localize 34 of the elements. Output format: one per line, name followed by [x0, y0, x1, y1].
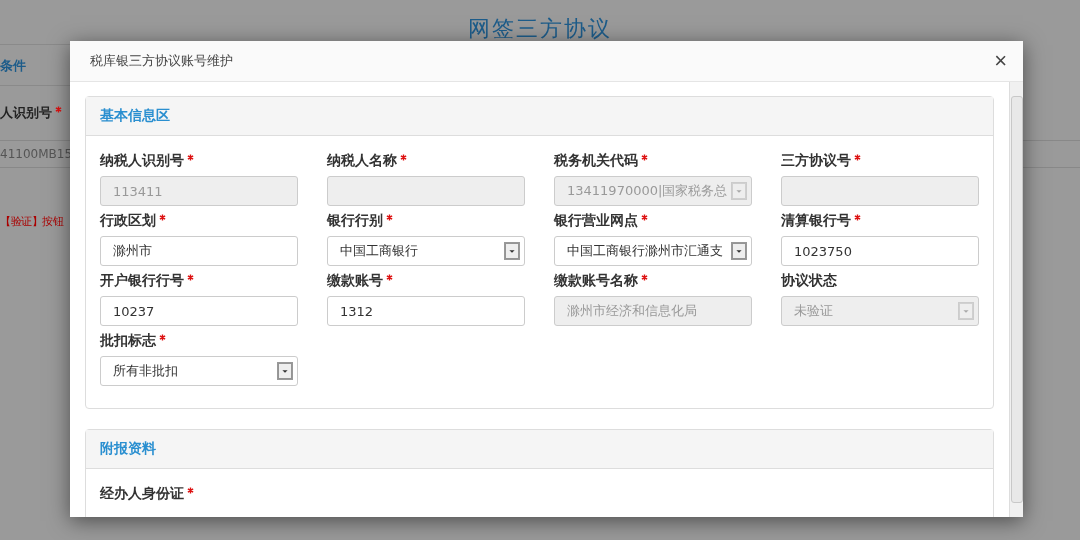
field-label: 经办人身份证: [100, 485, 184, 501]
close-button[interactable]: ×: [994, 50, 1007, 72]
field-label: 纳税人名称: [327, 152, 397, 168]
field-label: 缴款账号名称: [554, 272, 638, 288]
panel-title: 附报资料: [100, 440, 156, 458]
dropdown[interactable]: 中国工商银行: [327, 236, 525, 266]
input-field[interactable]: 滁州市: [100, 236, 298, 266]
field-label: 批扣标志: [100, 332, 156, 348]
input-field[interactable]: 1312: [327, 296, 525, 326]
caret-icon: [277, 362, 293, 380]
dropdown[interactable]: 所有非批扣: [100, 356, 298, 386]
field-label: 清算银行号: [781, 212, 851, 228]
caret-icon: [958, 302, 974, 320]
input-field[interactable]: 1023750: [781, 236, 979, 266]
hint-text: 【验证】按钮: [0, 214, 65, 229]
caret-icon: [731, 182, 747, 200]
scrollbar[interactable]: [1009, 82, 1023, 517]
field-label: 银行营业网点: [554, 212, 638, 228]
field-label: 开户银行行号: [100, 272, 184, 288]
caret-icon: [731, 242, 747, 260]
field-label: 缴款账号: [327, 272, 383, 288]
input-field[interactable]: 10237: [100, 296, 298, 326]
field-label: 银行行别: [327, 212, 383, 228]
panel-title: 基本信息区: [100, 107, 170, 125]
page-title: 网签三方协议: [468, 15, 612, 43]
field-label: 人识别号: [0, 105, 52, 120]
dropdown[interactable]: 中国工商银行滁州市汇通支: [554, 236, 752, 266]
field-label: 税务机关代码: [554, 152, 638, 168]
field-label: 三方协议号: [781, 152, 851, 168]
field-label: 纳税人识别号: [100, 152, 184, 168]
dialog-title: 税库银三方协议账号维护: [90, 52, 233, 70]
field-label: 协议状态: [781, 272, 837, 288]
caret-icon: [504, 242, 520, 260]
field-label: 行政区划: [100, 212, 156, 228]
